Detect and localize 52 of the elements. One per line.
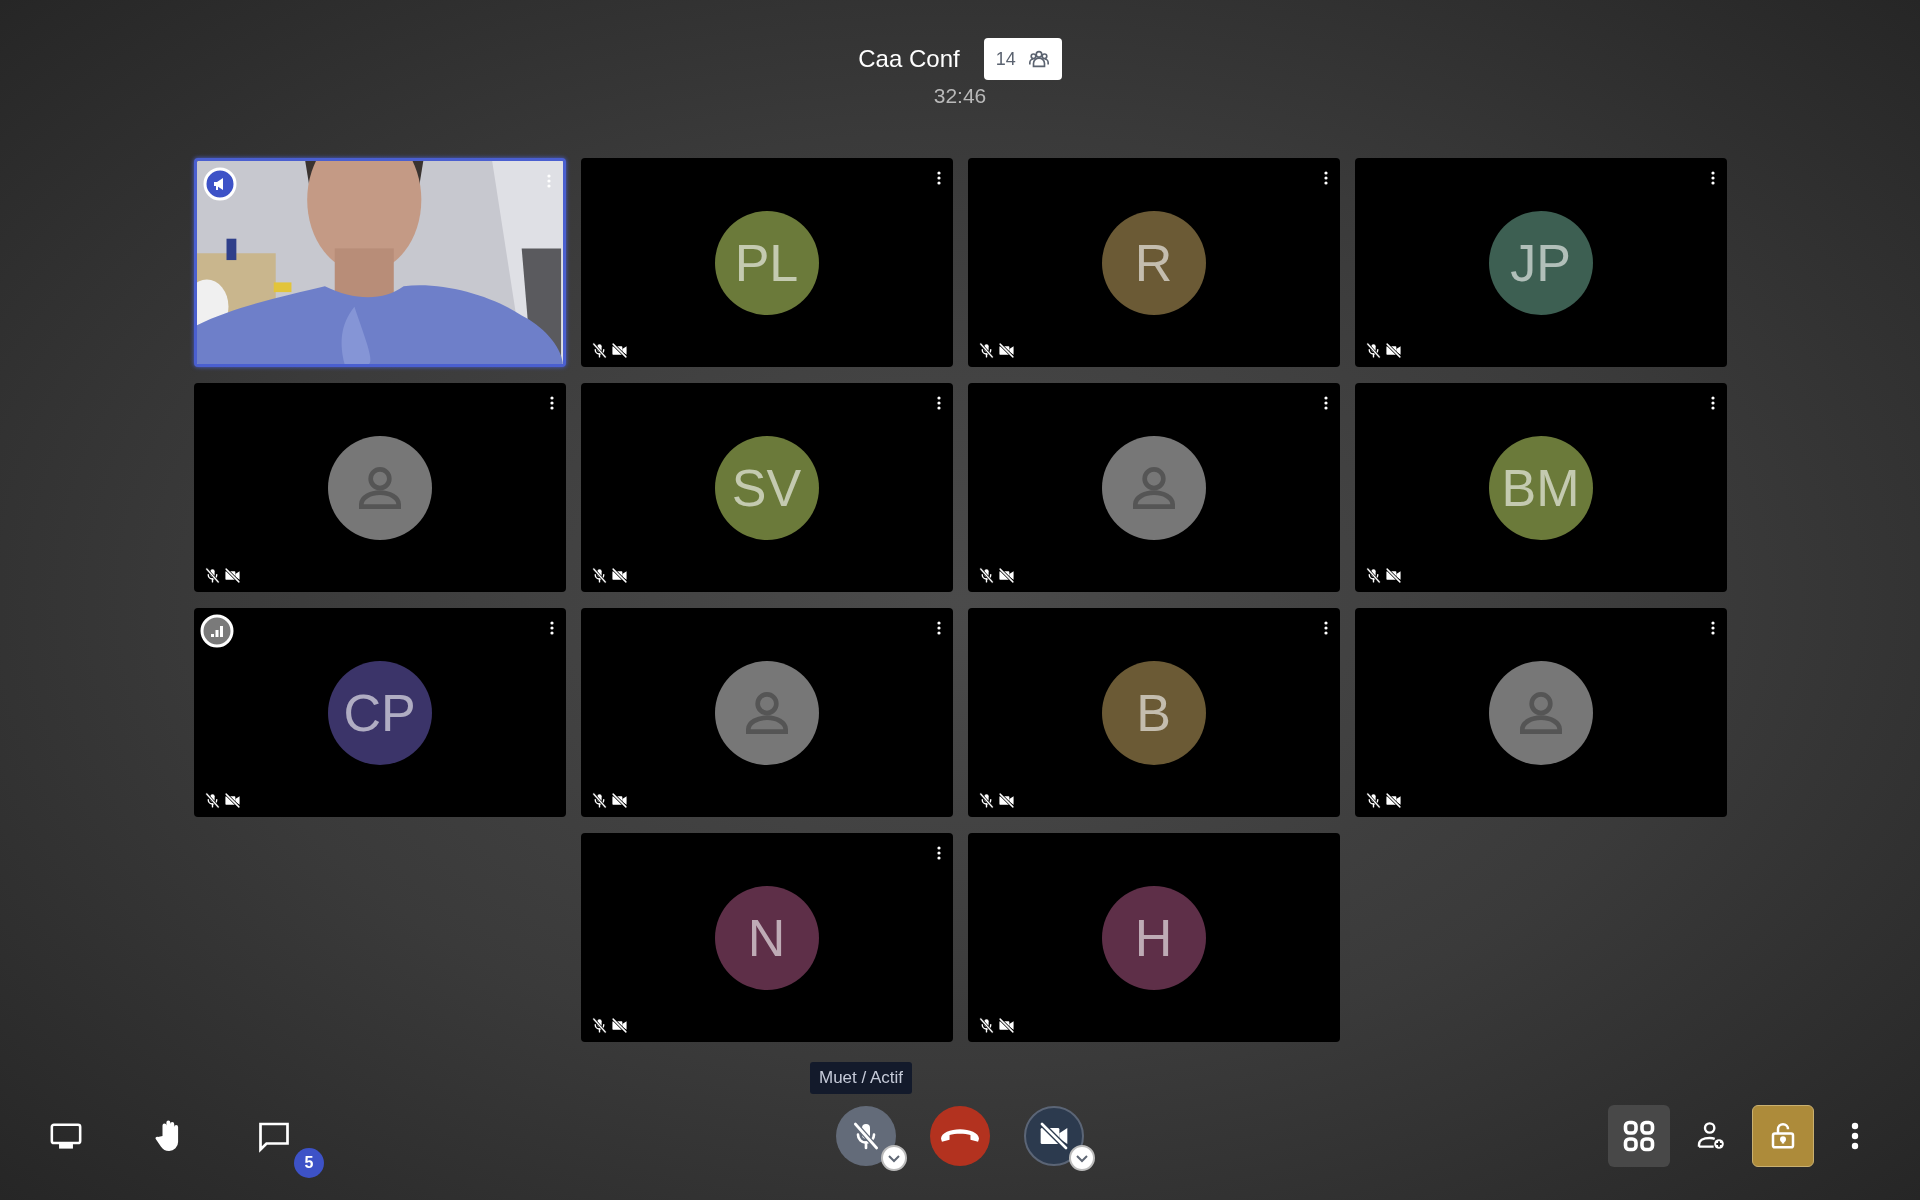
more-icon[interactable] bbox=[936, 171, 941, 185]
avatar-initials: N bbox=[714, 885, 819, 990]
grid-icon bbox=[1621, 1118, 1657, 1154]
more-icon[interactable] bbox=[1323, 396, 1328, 410]
signal-icon[interactable] bbox=[199, 614, 234, 648]
tile-view-button[interactable] bbox=[1608, 1105, 1670, 1167]
security-button[interactable] bbox=[1752, 1105, 1814, 1167]
more-icon[interactable] bbox=[936, 846, 941, 860]
more-icon[interactable] bbox=[1710, 621, 1715, 635]
video-tile[interactable] bbox=[1354, 608, 1727, 817]
video-tile[interactable] bbox=[580, 608, 953, 817]
video-tile[interactable]: CP bbox=[193, 608, 566, 817]
unread-count: 5 bbox=[294, 1148, 324, 1178]
video-tile[interactable]: B bbox=[967, 608, 1340, 817]
avatar-initials: PL bbox=[714, 210, 819, 315]
chevron-icon[interactable] bbox=[880, 1144, 908, 1172]
video-tile[interactable]: JP bbox=[1354, 158, 1727, 367]
avatar-initials: JP bbox=[1488, 210, 1593, 315]
video-tile[interactable]: SV bbox=[580, 383, 953, 592]
camera-button[interactable] bbox=[1024, 1106, 1084, 1166]
avatar-initials: CP bbox=[327, 660, 432, 765]
tooltip: Muet / Actif bbox=[810, 1062, 913, 1094]
more-icon[interactable] bbox=[1710, 396, 1715, 410]
participants-icon bbox=[1027, 48, 1050, 70]
microphone-button[interactable] bbox=[836, 1106, 896, 1166]
participants-button[interactable]: 14 bbox=[983, 38, 1062, 80]
avatar-initials: B bbox=[1101, 660, 1206, 765]
more-icon[interactable] bbox=[936, 621, 941, 635]
more-icon[interactable] bbox=[1323, 171, 1328, 185]
add-person-icon bbox=[1695, 1120, 1727, 1152]
more-icon[interactable] bbox=[1710, 171, 1715, 185]
more-icon[interactable] bbox=[549, 396, 554, 410]
avatar-initials: R bbox=[1101, 210, 1206, 315]
chevron-icon[interactable] bbox=[1068, 1144, 1096, 1172]
phone-icon bbox=[941, 1129, 979, 1143]
hang-up-button[interactable] bbox=[930, 1106, 990, 1166]
more-icon[interactable] bbox=[549, 621, 554, 635]
meeting-timer: 32:46 bbox=[933, 84, 987, 108]
video-tile[interactable]: R bbox=[967, 158, 1340, 367]
video-tile[interactable] bbox=[193, 383, 566, 592]
video-tile[interactable]: PL bbox=[580, 158, 953, 367]
more-icon[interactable] bbox=[936, 396, 941, 410]
video-tile[interactable]: BM bbox=[1354, 383, 1727, 592]
avatar-initials: H bbox=[1101, 885, 1206, 990]
video-tile[interactable] bbox=[967, 383, 1340, 592]
more-icon[interactable] bbox=[1323, 621, 1328, 635]
avatar-initials: SV bbox=[714, 435, 819, 540]
more-icon bbox=[1851, 1122, 1859, 1150]
meeting-title: Caa Conf bbox=[858, 45, 960, 73]
avatar-initials: BM bbox=[1488, 435, 1593, 540]
video-tile[interactable]: H bbox=[967, 833, 1340, 1042]
video-tile[interactable]: N bbox=[580, 833, 953, 1042]
